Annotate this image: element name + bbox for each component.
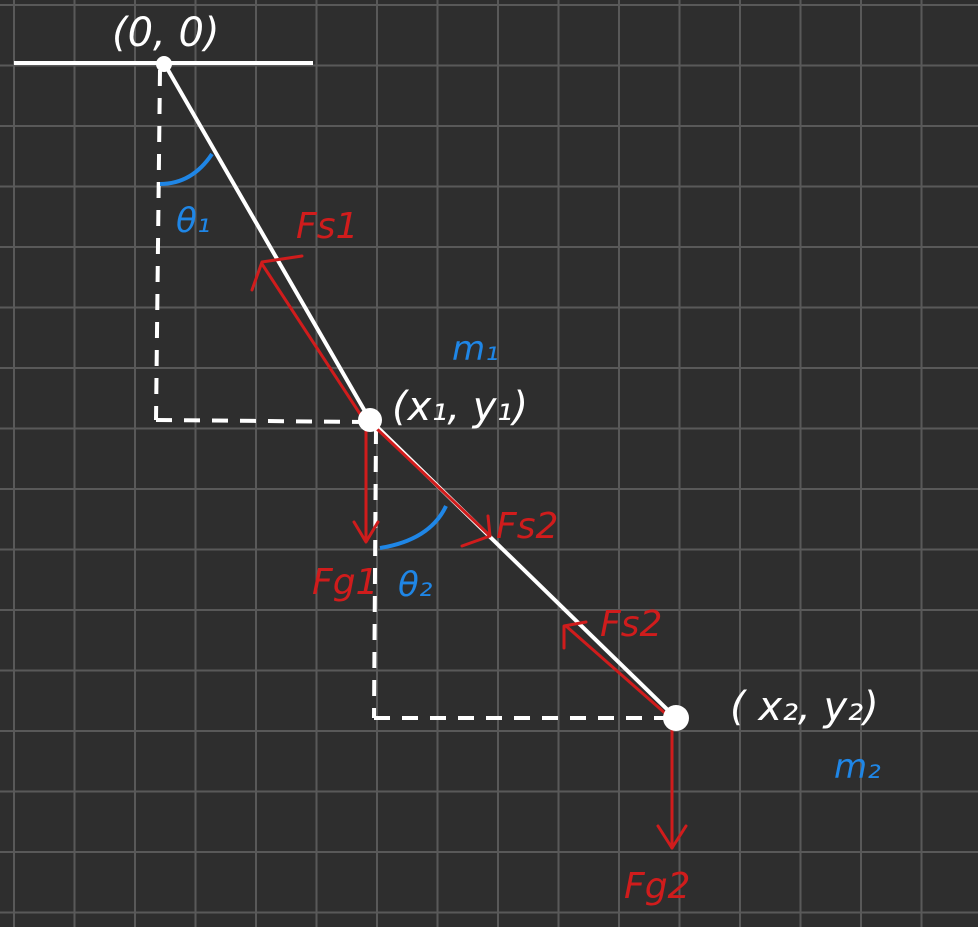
theta1-label: θ₁ xyxy=(176,201,210,241)
fg2-label: Fg2 xyxy=(624,866,690,907)
fs2-lower-label: Fs2 xyxy=(600,604,662,645)
origin-pivot xyxy=(156,56,172,72)
fs2-upper-label: Fs2 xyxy=(496,506,558,547)
mass-1-coordinate-label: (x₁, y₁) xyxy=(392,384,528,430)
theta2-label: θ₂ xyxy=(398,565,433,605)
origin-label: (0, 0) xyxy=(112,10,220,56)
fs1-label: Fs1 xyxy=(296,206,358,247)
mass-2-coordinate-label: ( x₂, y₂) xyxy=(730,684,879,730)
double-pendulum-diagram: (0, 0) (x₁, y₁) ( x₂, y₂) m₁ m₂ θ₁ θ₂ Fs… xyxy=(0,0,978,927)
mass-1-label: m₁ xyxy=(452,329,499,369)
background xyxy=(0,0,978,927)
mass-2-label: m₂ xyxy=(834,747,881,787)
mass-1-bob xyxy=(358,408,382,432)
fg1-label: Fg1 xyxy=(312,562,378,603)
mass-2-bob xyxy=(663,705,689,731)
